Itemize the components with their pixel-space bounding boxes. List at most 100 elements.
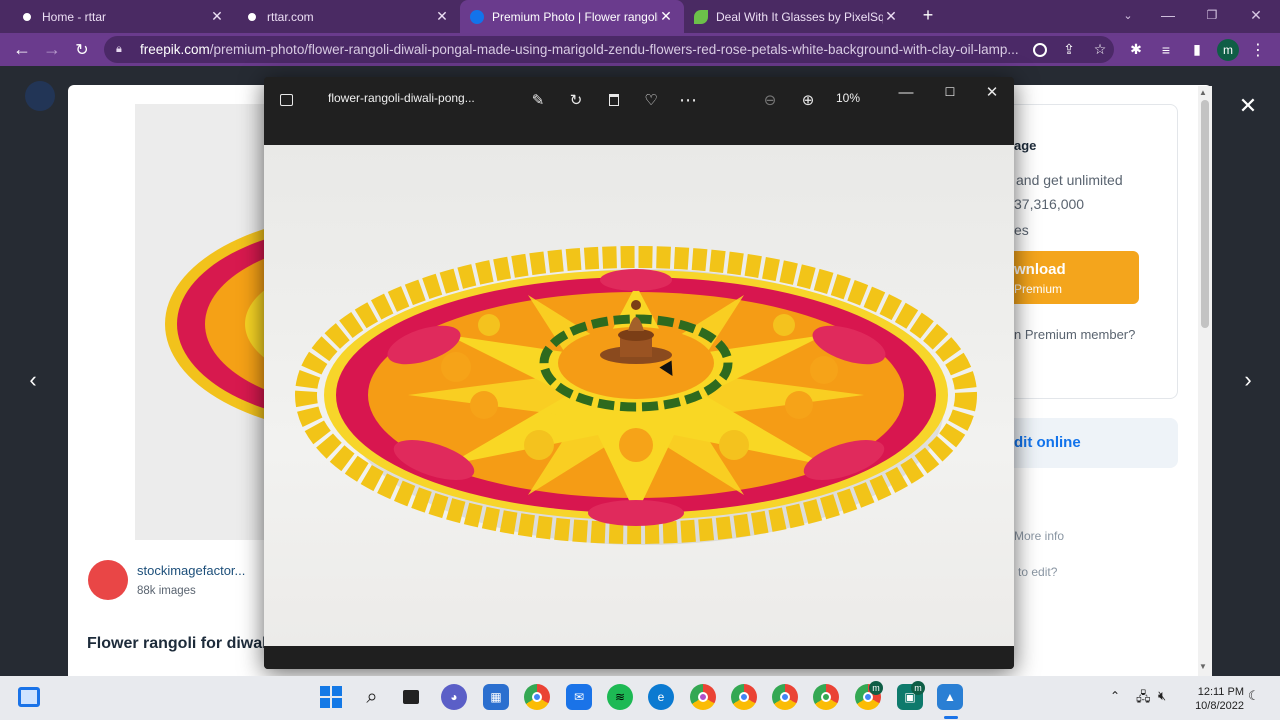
share-icon[interactable]: ⇪ — [1055, 33, 1083, 66]
author-name[interactable]: stockimagefactor... — [137, 563, 245, 578]
close-tab-icon[interactable]: ✕ — [658, 8, 674, 25]
mail-icon[interactable]: ✉ — [566, 684, 592, 710]
viewer-close-icon[interactable]: ✕ — [979, 79, 1005, 105]
close-modal-icon[interactable]: ✕ — [1233, 91, 1263, 121]
volume-muted-icon[interactable]: 🔇︎ — [1158, 688, 1166, 704]
preview-photo[interactable] — [135, 104, 265, 540]
rotate-icon[interactable]: ↻ — [563, 87, 589, 113]
chrome-icon[interactable] — [524, 684, 550, 710]
spotify-icon[interactable]: ≋ — [607, 684, 633, 710]
close-tab-icon[interactable]: ✕ — [209, 8, 225, 25]
premium-member-link[interactable]: n Premium member? — [1014, 327, 1135, 342]
window-close-icon[interactable]: ✕ — [1234, 0, 1278, 30]
reload-icon[interactable]: ↻ — [68, 33, 96, 66]
new-tab-button[interactable]: + — [906, 0, 950, 30]
rangoli-preview-illustration — [165, 228, 265, 420]
edit-online-button[interactable]: dit online — [1014, 418, 1178, 468]
flower-rangoli-illustration — [295, 246, 977, 545]
zoom-in-icon[interactable]: ⊕ — [795, 87, 821, 113]
minimize-icon[interactable]: — — [1146, 0, 1190, 30]
tab-title: Premium Photo | Flower rangoli f — [492, 9, 658, 24]
globe-icon — [20, 9, 34, 24]
scroll-up-icon[interactable]: ▲ — [1199, 88, 1207, 97]
browser-tab-strip: Home - rttar ✕ rttar.com ✕ Premium Photo… — [0, 0, 1280, 33]
zoom-level: 10% — [836, 91, 861, 105]
viewer-maximize-icon[interactable]: ☐ — [937, 79, 963, 105]
bookmark-star-icon[interactable]: ☆ — [1086, 33, 1114, 66]
restore-icon[interactable]: ❐ — [1190, 0, 1234, 30]
edge-icon[interactable]: e — [648, 684, 674, 710]
system-clock[interactable]: 12:11 PM 10/8/2022 — [1186, 685, 1244, 713]
side-panel-icon[interactable]: ▮ — [1183, 33, 1211, 66]
panel-text-line-3: es — [1014, 222, 1029, 238]
freepik-logo-icon — [25, 81, 55, 111]
extensions-puzzle-icon[interactable]: ✱ — [1122, 33, 1150, 66]
more-info-link[interactable]: More info — [1014, 529, 1064, 543]
profile-avatar[interactable]: m — [1214, 33, 1242, 66]
next-photo-icon[interactable]: › — [1233, 365, 1263, 395]
previous-photo-icon[interactable]: ‹ — [18, 365, 48, 395]
tab-title: Home - rttar — [42, 9, 107, 24]
browser-menu-icon[interactable]: ⋮ — [1244, 33, 1272, 66]
download-premium-button[interactable]: wnload Premium — [1014, 251, 1139, 304]
chrome-profile-icon[interactable] — [690, 684, 716, 710]
windows-taskbar: ⌕ ◕ ▦ ✉ ≋ e m ▣ m ▲ ⌃ 🖧︎ 🔇︎ 12:11 PM 10/… — [0, 676, 1280, 720]
lock-icon: 🔒︎ — [116, 43, 122, 55]
google-lens-icon[interactable] — [1026, 33, 1054, 66]
globe-icon — [245, 9, 259, 24]
edit-online-label: dit online — [1014, 434, 1081, 451]
close-tab-icon[interactable]: ✕ — [434, 8, 450, 25]
teams-chat-icon[interactable]: ◕ — [441, 684, 467, 710]
how-to-edit-link[interactable]: to edit? — [1018, 565, 1057, 579]
tab-title: rttar.com — [267, 9, 314, 24]
image-gallery-icon[interactable] — [273, 87, 299, 113]
download-sublabel: Premium — [1014, 282, 1063, 296]
browser-tab-rttar-com[interactable]: rttar.com ✕ — [235, 0, 460, 33]
address-bar[interactable]: 🔒︎ freepik.com/premium-photo/flower-rang… — [104, 36, 1114, 63]
edit-image-icon[interactable]: ✎ — [525, 87, 551, 113]
modal-scrollbar-thumb[interactable] — [1201, 100, 1209, 328]
leaf-favicon-icon — [694, 9, 708, 24]
chrome-profile-icon[interactable] — [813, 684, 839, 710]
author-avatar[interactable] — [88, 560, 128, 600]
panel-heading: age — [1014, 138, 1037, 153]
chrome-profile-icon[interactable] — [772, 684, 798, 710]
scroll-down-icon[interactable]: ▼ — [1199, 662, 1207, 671]
windows-start-icon[interactable] — [318, 684, 344, 710]
clock-time: 12:11 PM — [1197, 686, 1244, 698]
search-icon[interactable]: ⌕ — [359, 684, 385, 710]
author-image-count: 88k images — [137, 585, 196, 597]
task-view-icon[interactable] — [398, 684, 424, 710]
media-queue-icon[interactable]: ≡ — [1152, 33, 1180, 66]
forward-arrow-icon[interactable]: → — [38, 33, 66, 66]
chrome-profile-icon[interactable] — [731, 684, 757, 710]
photos-app-icon[interactable]: ▲ — [937, 684, 963, 710]
browser-tab-deal-with-it[interactable]: Deal With It Glasses by PixelSqui ✕ — [684, 0, 909, 33]
focus-assist-icon[interactable]: ☾ — [1248, 688, 1260, 704]
tab-search-icon[interactable]: ⌄ — [1106, 0, 1150, 30]
panel-text-line-1: and get unlimited — [1016, 172, 1123, 188]
back-arrow-icon[interactable]: ← — [8, 33, 36, 66]
rangoli-photo[interactable] — [264, 145, 1014, 646]
browser-toolbar: ← → ↻ 🔒︎ freepik.com/premium-photo/flowe… — [0, 33, 1280, 66]
widgets-icon[interactable] — [16, 684, 42, 710]
zoom-out-icon[interactable]: ⊖ — [757, 87, 783, 113]
favorite-heart-icon[interactable]: ♡ — [638, 87, 664, 113]
photos-viewer-window: flower-rangoli-diwali-pong... ✎ ↻ ♡ ⋯ ⊖ … — [264, 77, 1014, 669]
tray-overflow-icon[interactable]: ⌃ — [1110, 689, 1120, 703]
url-text: freepik.com/premium-photo/flower-rangoli… — [140, 42, 1019, 57]
profile-badge: m — [911, 681, 925, 695]
viewer-filmstrip-bar — [264, 646, 1014, 669]
microsoft-store-icon[interactable]: ▦ — [483, 684, 509, 710]
freepik-favicon-icon — [470, 9, 484, 24]
viewer-filename: flower-rangoli-diwali-pong... — [328, 91, 475, 105]
viewer-title-bar: flower-rangoli-diwali-pong... ✎ ↻ ♡ ⋯ ⊖ … — [264, 77, 1014, 145]
network-icon[interactable]: 🖧︎ — [1136, 688, 1151, 710]
tab-title: Deal With It Glasses by PixelSqui — [716, 9, 883, 24]
viewer-minimize-icon[interactable]: — — [893, 79, 919, 105]
browser-tab-freepik[interactable]: Premium Photo | Flower rangoli f ✕ — [460, 0, 684, 33]
more-options-icon[interactable]: ⋯ — [675, 87, 701, 113]
close-tab-icon[interactable]: ✕ — [883, 8, 899, 25]
delete-icon[interactable] — [601, 87, 627, 113]
browser-tab-home-rttar[interactable]: Home - rttar ✕ — [10, 0, 235, 33]
